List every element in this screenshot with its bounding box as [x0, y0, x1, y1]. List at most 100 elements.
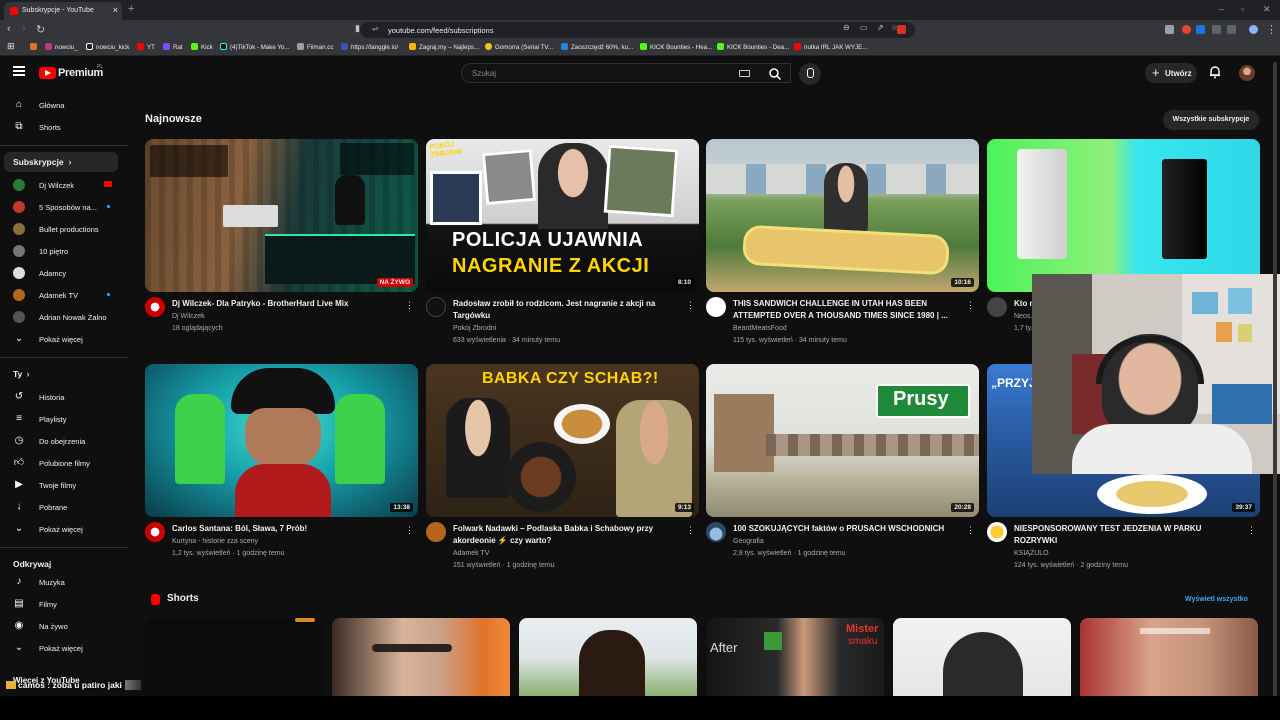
sidebar-item-liked[interactable]: 👍︎ Polubione filmy: [4, 453, 118, 473]
bookmark-empty[interactable]: [30, 43, 40, 51]
hamburger-menu-icon[interactable]: [13, 66, 25, 76]
page-scrollbar[interactable]: [1273, 62, 1277, 698]
video-title[interactable]: Carlos Santana: Ból, Sława, 7 Prób!: [172, 523, 402, 535]
sidebar-item-history[interactable]: ↺ Historia: [4, 387, 118, 407]
close-tab-icon[interactable]: ×: [113, 5, 118, 15]
bookmark-item[interactable]: Zagraj.my – Najleps...: [409, 43, 479, 51]
channel-name[interactable]: Kurtyna - historie zza sceny: [172, 538, 258, 545]
bookmark-item[interactable]: nowciu_kick: [86, 43, 129, 51]
search-input[interactable]: Szukaj: [461, 63, 791, 83]
channel-avatar[interactable]: [426, 522, 446, 542]
more-actions-icon[interactable]: ⋮: [1247, 525, 1256, 536]
bookmark-item[interactable]: KICK Bounties - Dea...: [717, 43, 789, 51]
show-more-you[interactable]: ⌄ Pokaż więcej: [4, 519, 118, 539]
sidebar-item-home[interactable]: ⌂ Główna: [4, 95, 118, 115]
bookmark-item[interactable]: Filman.cc: [297, 43, 333, 51]
zoom-icon[interactable]: ⊖: [843, 23, 850, 32]
forward-icon[interactable]: ›: [22, 23, 26, 35]
extension-record-icon[interactable]: [1182, 25, 1191, 34]
bookmark-item[interactable]: Gomorra (Serial TV...: [485, 43, 553, 51]
video-thumbnail[interactable]: [987, 139, 1260, 292]
channel-avatar[interactable]: [426, 297, 446, 317]
video-title[interactable]: Folwark Nadawki – Podlaska Babka i Schab…: [453, 523, 683, 547]
more-actions-icon[interactable]: ⋮: [966, 525, 975, 536]
sidebar-item-channel[interactable]: Adamcy: [4, 263, 118, 283]
microphone-icon[interactable]: [799, 63, 821, 85]
sidebar-item-downloads[interactable]: ↓ Pobrane: [4, 497, 118, 517]
create-button[interactable]: + Utwórz: [1145, 63, 1197, 83]
extension-1-icon[interactable]: [1165, 25, 1174, 34]
sidebar-item-music[interactable]: ♪ Muzyka: [4, 572, 118, 592]
bookmark-item[interactable]: YT: [137, 43, 155, 51]
browser-tab[interactable]: Subskrypcje - YouTube ×: [4, 2, 122, 20]
bookmark-item[interactable]: Kick: [191, 43, 213, 51]
more-actions-icon[interactable]: ⋮: [405, 300, 414, 311]
bookmark-item[interactable]: nowciu_: [45, 43, 78, 51]
sidebar-item-channel[interactable]: Adamek TV: [4, 285, 118, 305]
reload-icon[interactable]: ↻: [36, 23, 45, 36]
video-title[interactable]: Dj Wilczek- Dla Patryko - BrotherHard Li…: [172, 298, 402, 310]
channel-avatar[interactable]: [706, 297, 726, 317]
short-thumbnail[interactable]: [145, 618, 323, 696]
sidebar-item-channel[interactable]: 5 Sposobów na...: [4, 197, 118, 217]
maximize-icon[interactable]: ▫: [1241, 4, 1244, 14]
show-more-explore[interactable]: ⌄ Pokaż więcej: [4, 638, 118, 658]
sidebar-item-watch-later[interactable]: ◷ Do obejrzenia: [4, 431, 118, 451]
install-icon[interactable]: ▭: [860, 23, 868, 32]
channel-name[interactable]: Dj Wilczek: [172, 313, 205, 320]
close-window-icon[interactable]: ✕: [1263, 4, 1271, 15]
bookmark-item[interactable]: nutka IRL JAK WYJE...: [794, 43, 867, 51]
video-thumbnail[interactable]: 10:16: [706, 139, 979, 292]
sidebar-item-you[interactable]: Ty ›: [4, 364, 118, 384]
short-thumbnail[interactable]: [519, 618, 697, 696]
site-info-icon[interactable]: ⇌: [372, 24, 379, 33]
bookmark-item[interactable]: https://tanggle.io/: [341, 43, 398, 51]
bookmark-item[interactable]: Rat: [163, 43, 183, 51]
extension-shield-icon[interactable]: [897, 25, 906, 34]
short-thumbnail[interactable]: After Mister smaku: [706, 618, 884, 696]
youtube-logo-icon[interactable]: [39, 67, 56, 79]
minimize-icon[interactable]: –: [1219, 4, 1224, 14]
channel-name[interactable]: Geografia: [733, 538, 764, 545]
sidebar-item-channel[interactable]: Dj Wilczek: [4, 175, 118, 195]
more-actions-icon[interactable]: ⋮: [686, 300, 695, 311]
keyboard-icon[interactable]: [739, 70, 750, 77]
sidebar-toggle-icon[interactable]: [1227, 25, 1236, 34]
video-thumbnail[interactable]: BABKA CZY SCHAB?! 9:13: [426, 364, 699, 517]
sidebar-item-movies[interactable]: ▤ Filmy: [4, 594, 118, 614]
video-title[interactable]: Radosław zrobił to rodzicom. Jest nagran…: [453, 298, 683, 322]
bookmark-item[interactable]: Zaoszczędź 60%, ku...: [561, 43, 633, 51]
video-thumbnail[interactable]: POKÓJ ZBRODNI POLICJA UJAWNIA NAGRANIE Z…: [426, 139, 699, 292]
search-icon[interactable]: [768, 67, 782, 81]
sidebar-item-shorts[interactable]: ⧉ Shorts: [4, 117, 118, 137]
sidebar-item-channel[interactable]: Bullet productions: [4, 219, 118, 239]
channel-avatar[interactable]: [987, 297, 1007, 317]
sidebar-item-live[interactable]: ◉ Na żywo: [4, 616, 118, 636]
short-thumbnail[interactable]: [893, 618, 1071, 696]
apps-icon[interactable]: ⊞: [7, 41, 15, 52]
channel-name[interactable]: Pokój Zbrodni: [453, 325, 496, 332]
profile-icon[interactable]: [1249, 25, 1258, 34]
channel-name[interactable]: Adamek TV: [453, 550, 489, 557]
channel-avatar[interactable]: [706, 522, 726, 542]
extensions-puzzle-icon[interactable]: [1212, 25, 1221, 34]
channel-avatar[interactable]: [145, 297, 165, 317]
channel-avatar[interactable]: [145, 522, 165, 542]
new-tab-button[interactable]: +: [128, 3, 134, 15]
more-actions-icon[interactable]: ⋮: [405, 525, 414, 536]
video-title[interactable]: THIS SANDWICH CHALLENGE IN UTAH HAS BEEN…: [733, 298, 963, 322]
browser-menu-icon[interactable]: ⋮: [1266, 23, 1277, 36]
channel-avatar[interactable]: [987, 522, 1007, 542]
notifications-bell-icon[interactable]: [1208, 65, 1222, 79]
extension-2-icon[interactable]: [1196, 25, 1205, 34]
omnibox[interactable]: ⇌ youtube.com/feed/subscriptions: [360, 22, 915, 38]
show-more-subscriptions[interactable]: ⌄ Pokaż więcej: [4, 329, 118, 349]
video-title[interactable]: NIESPONSOROWANY TEST JEDZENIA W PARKU RO…: [1014, 523, 1244, 547]
sidebar-item-channel[interactable]: 10 piętro: [4, 241, 118, 261]
all-subscriptions-button[interactable]: Wszystkie subskrypcje: [1163, 110, 1259, 130]
share-icon[interactable]: ⇗: [877, 23, 884, 32]
sidebar-item-channel[interactable]: Adrian Nowak Żalno: [4, 307, 118, 327]
channel-name[interactable]: KSIĄŻULO: [1014, 550, 1049, 557]
short-thumbnail[interactable]: [332, 618, 510, 696]
back-icon[interactable]: ‹: [7, 23, 11, 35]
